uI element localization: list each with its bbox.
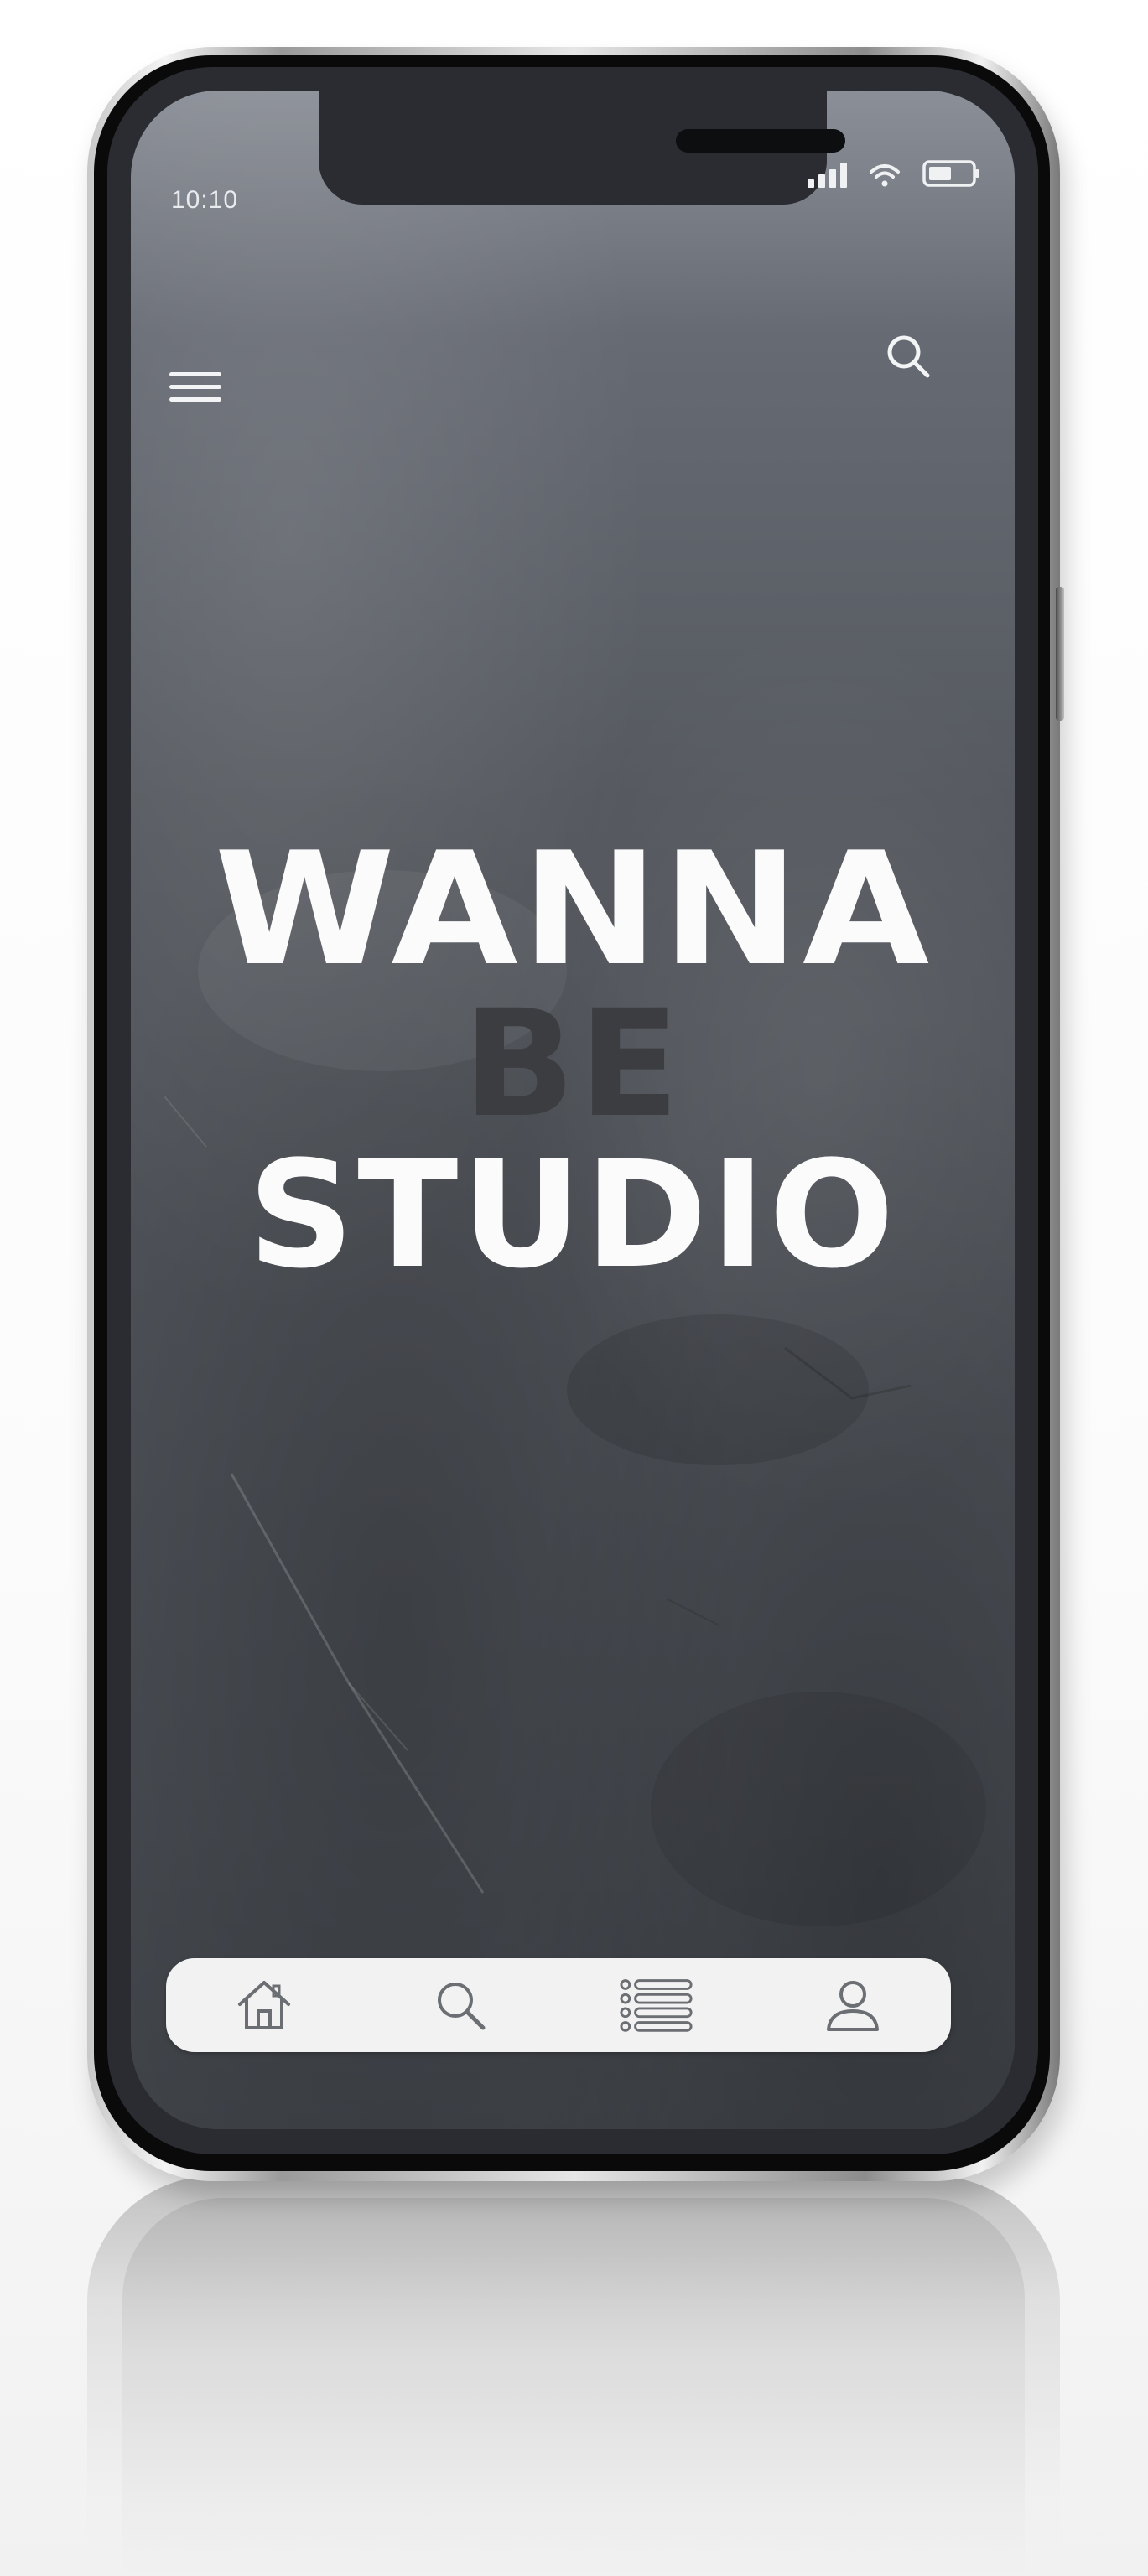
- hero-title-be: BE: [462, 978, 683, 1150]
- signal-strength-icon: [808, 163, 847, 188]
- phone-screen: 10:10 WANNA BE STUDIO: [131, 91, 1015, 2129]
- stage: 10:10 WANNA BE STUDIO: [0, 0, 1148, 2576]
- notch: [319, 91, 845, 205]
- wifi-icon: [870, 164, 900, 187]
- search-icon[interactable]: [882, 330, 934, 382]
- battery-icon: [922, 160, 979, 187]
- nav-search-button[interactable]: [423, 1967, 498, 2043]
- bottom-nav: [166, 1958, 951, 2052]
- earpiece-speaker: [676, 129, 845, 153]
- nav-home-button[interactable]: [226, 1967, 302, 2043]
- phone-reflection-inner: [122, 2198, 1025, 2576]
- home-icon: [238, 1981, 290, 2029]
- nav-list-button[interactable]: [619, 1967, 694, 2043]
- phone-side-button: [1056, 587, 1064, 721]
- user-icon: [827, 1981, 879, 2031]
- hamburger-menu-icon[interactable]: [169, 372, 221, 409]
- phone-reflection: [87, 2176, 1060, 2576]
- hero-title-studio: STUDIO: [247, 1129, 898, 1301]
- search-icon: [438, 1983, 486, 2030]
- hero-title-wanna: WANNA: [214, 818, 933, 1000]
- status-time: 10:10: [171, 186, 239, 214]
- hero-title: WANNA BE STUDIO: [131, 832, 1015, 1289]
- list-icon: [620, 1979, 693, 2032]
- status-icons: [808, 151, 981, 188]
- nav-profile-button[interactable]: [815, 1967, 891, 2043]
